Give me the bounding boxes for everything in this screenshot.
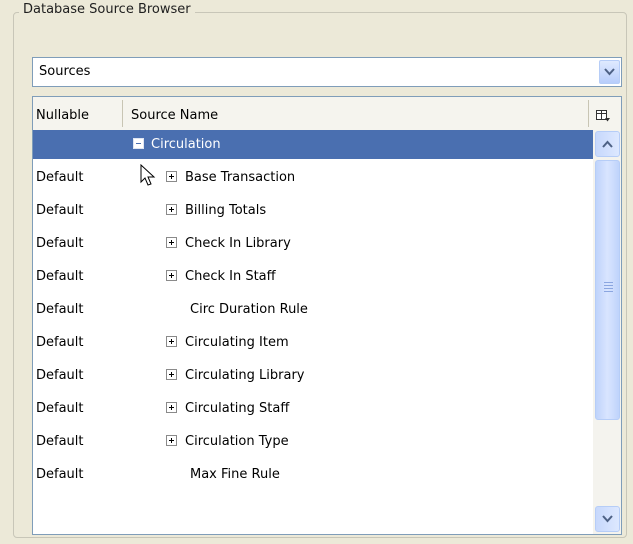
sources-combobox-value: Sources (39, 64, 91, 79)
column-separator[interactable] (122, 100, 123, 127)
table-row[interactable]: Circulation (33, 130, 593, 159)
table-row[interactable]: Default Circulating Library (33, 361, 593, 390)
chevron-down-icon[interactable] (599, 60, 620, 84)
table-row[interactable]: Default Circulating Staff (33, 394, 593, 423)
nullable-cell: Default (36, 467, 84, 482)
source-name-cell: Circulating Library (185, 368, 305, 383)
column-chooser-icon[interactable] (595, 109, 611, 123)
column-separator[interactable] (588, 100, 589, 127)
groupbox-title: Database Source Browser (19, 1, 195, 19)
grip-line (604, 288, 613, 289)
source-name-cell: Max Fine Rule (190, 467, 280, 482)
nullable-cell: Default (36, 302, 84, 317)
source-name-cell: Billing Totals (185, 203, 267, 218)
nullable-cell: Default (36, 368, 84, 383)
mouse-cursor-icon (140, 164, 156, 186)
grip-line (604, 291, 613, 292)
nullable-cell: Default (36, 203, 84, 218)
column-header-source-name[interactable]: Source Name (131, 97, 218, 129)
expand-icon[interactable] (166, 171, 177, 182)
nullable-cell: Default (36, 236, 84, 251)
expand-icon[interactable] (166, 369, 177, 380)
source-name-cell: Circulation (151, 137, 221, 152)
source-name-cell: Circ Duration Rule (190, 302, 308, 317)
table-row[interactable]: Default Circ Duration Rule (33, 295, 593, 324)
table-row[interactable]: Default Max Fine Rule (33, 460, 593, 489)
source-name-cell: Check In Staff (185, 269, 276, 284)
table-row[interactable]: Default Base Transaction (33, 163, 593, 192)
grip-line (604, 285, 613, 286)
expand-icon[interactable] (166, 435, 177, 446)
collapse-icon[interactable] (133, 138, 144, 149)
expand-icon[interactable] (166, 237, 177, 248)
source-table: Nullable Source Name Circulation Default… (32, 96, 622, 535)
source-name-cell: Base Transaction (185, 170, 296, 185)
grip-line (604, 282, 613, 283)
expand-icon[interactable] (166, 402, 177, 413)
table-row[interactable]: Default Check In Library (33, 229, 593, 258)
table-body: Circulation Default Base Transaction Def… (33, 130, 593, 534)
table-row[interactable]: Default Billing Totals (33, 196, 593, 225)
nullable-cell: Default (36, 335, 84, 350)
column-header-nullable[interactable]: Nullable (36, 97, 89, 129)
vertical-scrollbar[interactable] (593, 130, 621, 534)
table-row[interactable]: Default Check In Staff (33, 262, 593, 291)
nullable-cell: Default (36, 269, 84, 284)
scrollbar-thumb[interactable] (595, 160, 620, 420)
expand-icon[interactable] (166, 204, 177, 215)
expand-icon[interactable] (166, 270, 177, 281)
source-name-cell: Circulation Type (185, 434, 289, 449)
table-row[interactable]: Default Circulating Item (33, 328, 593, 357)
nullable-cell: Default (36, 170, 84, 185)
table-header: Nullable Source Name (33, 97, 621, 131)
table-row[interactable]: Default Circulation Type (33, 427, 593, 456)
source-name-cell: Circulating Staff (185, 401, 290, 416)
source-name-cell: Check In Library (185, 236, 291, 251)
expand-icon[interactable] (166, 336, 177, 347)
source-name-cell: Circulating Item (185, 335, 289, 350)
scroll-up-icon[interactable] (595, 131, 620, 157)
scroll-down-icon[interactable] (595, 506, 620, 532)
sources-combobox[interactable]: Sources (32, 57, 622, 87)
nullable-cell: Default (36, 401, 84, 416)
nullable-cell: Default (36, 434, 84, 449)
